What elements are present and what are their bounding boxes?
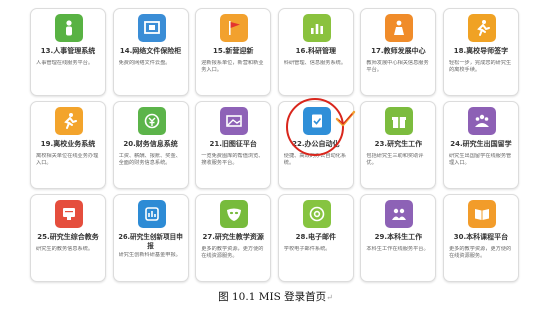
app-icon-tile (220, 200, 249, 228)
app-card-grid: 13.人事管理系统 人事管理在线服务平台。 14.网络文件保险柜 免费的网络文件云盘。… (30, 8, 522, 282)
app-icon-tile (385, 107, 414, 135)
gift-icon (392, 117, 407, 128)
app-card[interactable]: 25.研究生综合教务 研究生的教务信息系统。 (30, 194, 106, 282)
app-card-title: 23.研究生工作 (374, 140, 423, 148)
person-icon (66, 20, 72, 36)
app-card-title: 21.旧图征平台 (209, 140, 257, 148)
app-card[interactable]: 13.人事管理系统 人事管理在线服务平台。 (30, 8, 106, 96)
app-icon-tile (55, 200, 83, 228)
app-card-description: 科研管理、信息服务系统。 (283, 60, 347, 66)
people-icon (392, 208, 407, 220)
teacher-icon (394, 20, 405, 35)
book-icon (474, 209, 489, 220)
at-icon (309, 206, 325, 222)
app-card-description: 轻松一步，完成您的研究生的离校手续。 (448, 60, 512, 74)
safe-icon (143, 21, 160, 34)
app-card-description: 更多的教学资源，更方便的在线资源服务。 (448, 246, 512, 260)
app-card[interactable]: 28.电子邮件学校电子邮件系统。 (277, 194, 354, 282)
caption-return-mark: ↵ (326, 293, 333, 302)
app-card-description: 一览免费图库的帮值浏览、搜收服务平台。 (201, 153, 264, 167)
app-card[interactable]: 27.研究生教学资源更多的教学资源，更方便的在线资源服务。 (195, 194, 272, 282)
app-card-title: 30.本科课程平台 (453, 233, 509, 241)
app-icon-tile (302, 200, 331, 228)
app-icon-tile (55, 107, 83, 135)
app-icon-tile (385, 200, 414, 228)
innovation-icon (144, 207, 159, 221)
app-icon-tile (467, 14, 496, 42)
app-card-title: 17.教师发展中心 (371, 47, 426, 55)
app-card-title: 25.研究生综合教务 (37, 233, 99, 241)
app-card[interactable]: 22.办公自动化便捷、高效的办公自动化系统。 (277, 101, 354, 189)
app-card-title: 16.科研管理 (295, 47, 336, 55)
app-card-title: 29.本科生工作 (374, 233, 423, 241)
app-card-description: 研究生的教务信息系统。 (36, 246, 94, 252)
office-icon (311, 114, 322, 128)
app-card-description: 免费的网络文件云盘。 (118, 60, 171, 66)
app-card-title: 13.人事管理系统 (40, 47, 96, 55)
app-card[interactable]: 30.本科课程平台更多的教学资源，更方便的在线资源服务。 (442, 194, 519, 282)
app-icon-tile (137, 107, 166, 135)
app-card-description: 迎新报系单位，新营和新业务入口。 (201, 60, 264, 74)
app-card-title: 20.财务信息系统 (123, 140, 178, 148)
portal-screen: 13.人事管理系统 人事管理在线服务平台。 14.网络文件保险柜 免费的网络文件云盘。… (0, 0, 551, 288)
app-card[interactable]: 23.研究生工作包括研究生三助和奖助评优。 (360, 101, 437, 189)
app-card-description: 更多的教学资源，更方便的在线资源服务。 (201, 246, 264, 260)
group-icon (474, 114, 489, 127)
app-card-description: 研究生出国留学在线服务管理入口。 (448, 153, 512, 167)
app-icon-tile (220, 14, 249, 42)
app-icon-tile (467, 200, 496, 228)
app-card[interactable]: 20.财务信息系统工资、薪酬、报账、奖金、全面的财务信息系统。 (112, 101, 189, 189)
figure-caption: 图 10.1 MIS 登录首页↵ (0, 290, 551, 305)
flag-icon (229, 21, 241, 35)
app-card-description: 研究生创新科研基金申报。 (118, 252, 181, 258)
app-card[interactable]: 29.本科生工作 本科生工作在线服务平台。 (360, 194, 437, 282)
app-card[interactable]: 17.教师发展中心教师发展中心相关信息服务平台。 (360, 8, 437, 96)
money-icon (144, 113, 159, 129)
app-card-title: 24.研究生出国留学 (450, 140, 512, 148)
app-icon-tile (385, 14, 414, 42)
app-card-description: 便捷、高效的办公自动化系统。 (283, 153, 347, 167)
screen-icon (63, 208, 75, 220)
app-card[interactable]: 21.旧图征平台一览免费图库的帮值浏览、搜收服务平台。 (195, 101, 272, 189)
app-card-title: 26.研究生创新项目申报 (118, 233, 183, 250)
app-icon-tile (220, 107, 249, 135)
app-icon-tile (137, 14, 166, 42)
mask-icon (227, 208, 242, 221)
app-card-description: 人事管理在线服务平台。 (36, 60, 94, 66)
app-icon-tile (302, 107, 331, 135)
image-icon (226, 115, 242, 127)
app-card[interactable]: 26.研究生创新项目申报研究生创新科研基金申报。 (112, 194, 189, 282)
app-card-description: 本科生工作在线服务平台。 (366, 246, 429, 252)
app-card-description: 离校相关单位在线业务办理入口。 (36, 153, 99, 167)
app-icon-tile (137, 200, 166, 228)
app-card[interactable]: 24.研究生出国留学研究生出国留学在线服务管理入口。 (442, 101, 519, 189)
app-icon-tile (302, 14, 331, 42)
app-card[interactable]: 19.离校业务系统离校相关单位在线业务办理入口。 (30, 101, 106, 189)
app-card-description: 教师发展中心相关信息服务平台。 (366, 60, 429, 74)
app-card-title: 22.办公自动化 (292, 140, 340, 148)
app-icon-tile (55, 14, 83, 42)
app-card-title: 15.新营迎新 (212, 47, 254, 55)
caption-text: 图 10.1 MIS 登录首页 (218, 291, 327, 303)
app-card-description: 包括研究生三助和奖助评优。 (366, 153, 424, 167)
chart-icon (310, 24, 323, 34)
app-card-title: 18.离校导师签字 (453, 47, 509, 55)
runner-icon (64, 113, 77, 129)
app-icon-tile (467, 107, 496, 135)
app-card-title: 14.网络文件保险柜 (119, 47, 182, 55)
app-card[interactable]: 16.科研管理科研管理、信息服务系统。 (277, 8, 354, 96)
app-card[interactable]: 18.离校导师签字轻松一步，完成您的研究生的离校手续。 (442, 8, 519, 96)
app-card-title: 28.电子邮件 (295, 233, 336, 241)
app-card-title: 27.研究生教学资源 (202, 233, 264, 241)
app-card-description: 工资、薪酬、报账、奖金、全面的财务信息系统。 (118, 153, 181, 167)
app-card[interactable]: 14.网络文件保险柜 免费的网络文件云盘。 (112, 8, 189, 96)
runner-icon (477, 20, 490, 36)
app-card-description: 学校电子邮件系统。 (283, 246, 331, 252)
app-card[interactable]: 15.新营迎新迎新报系单位，新营和新业务入口。 (195, 8, 272, 96)
app-card-title: 19.离校业务系统 (40, 140, 96, 148)
